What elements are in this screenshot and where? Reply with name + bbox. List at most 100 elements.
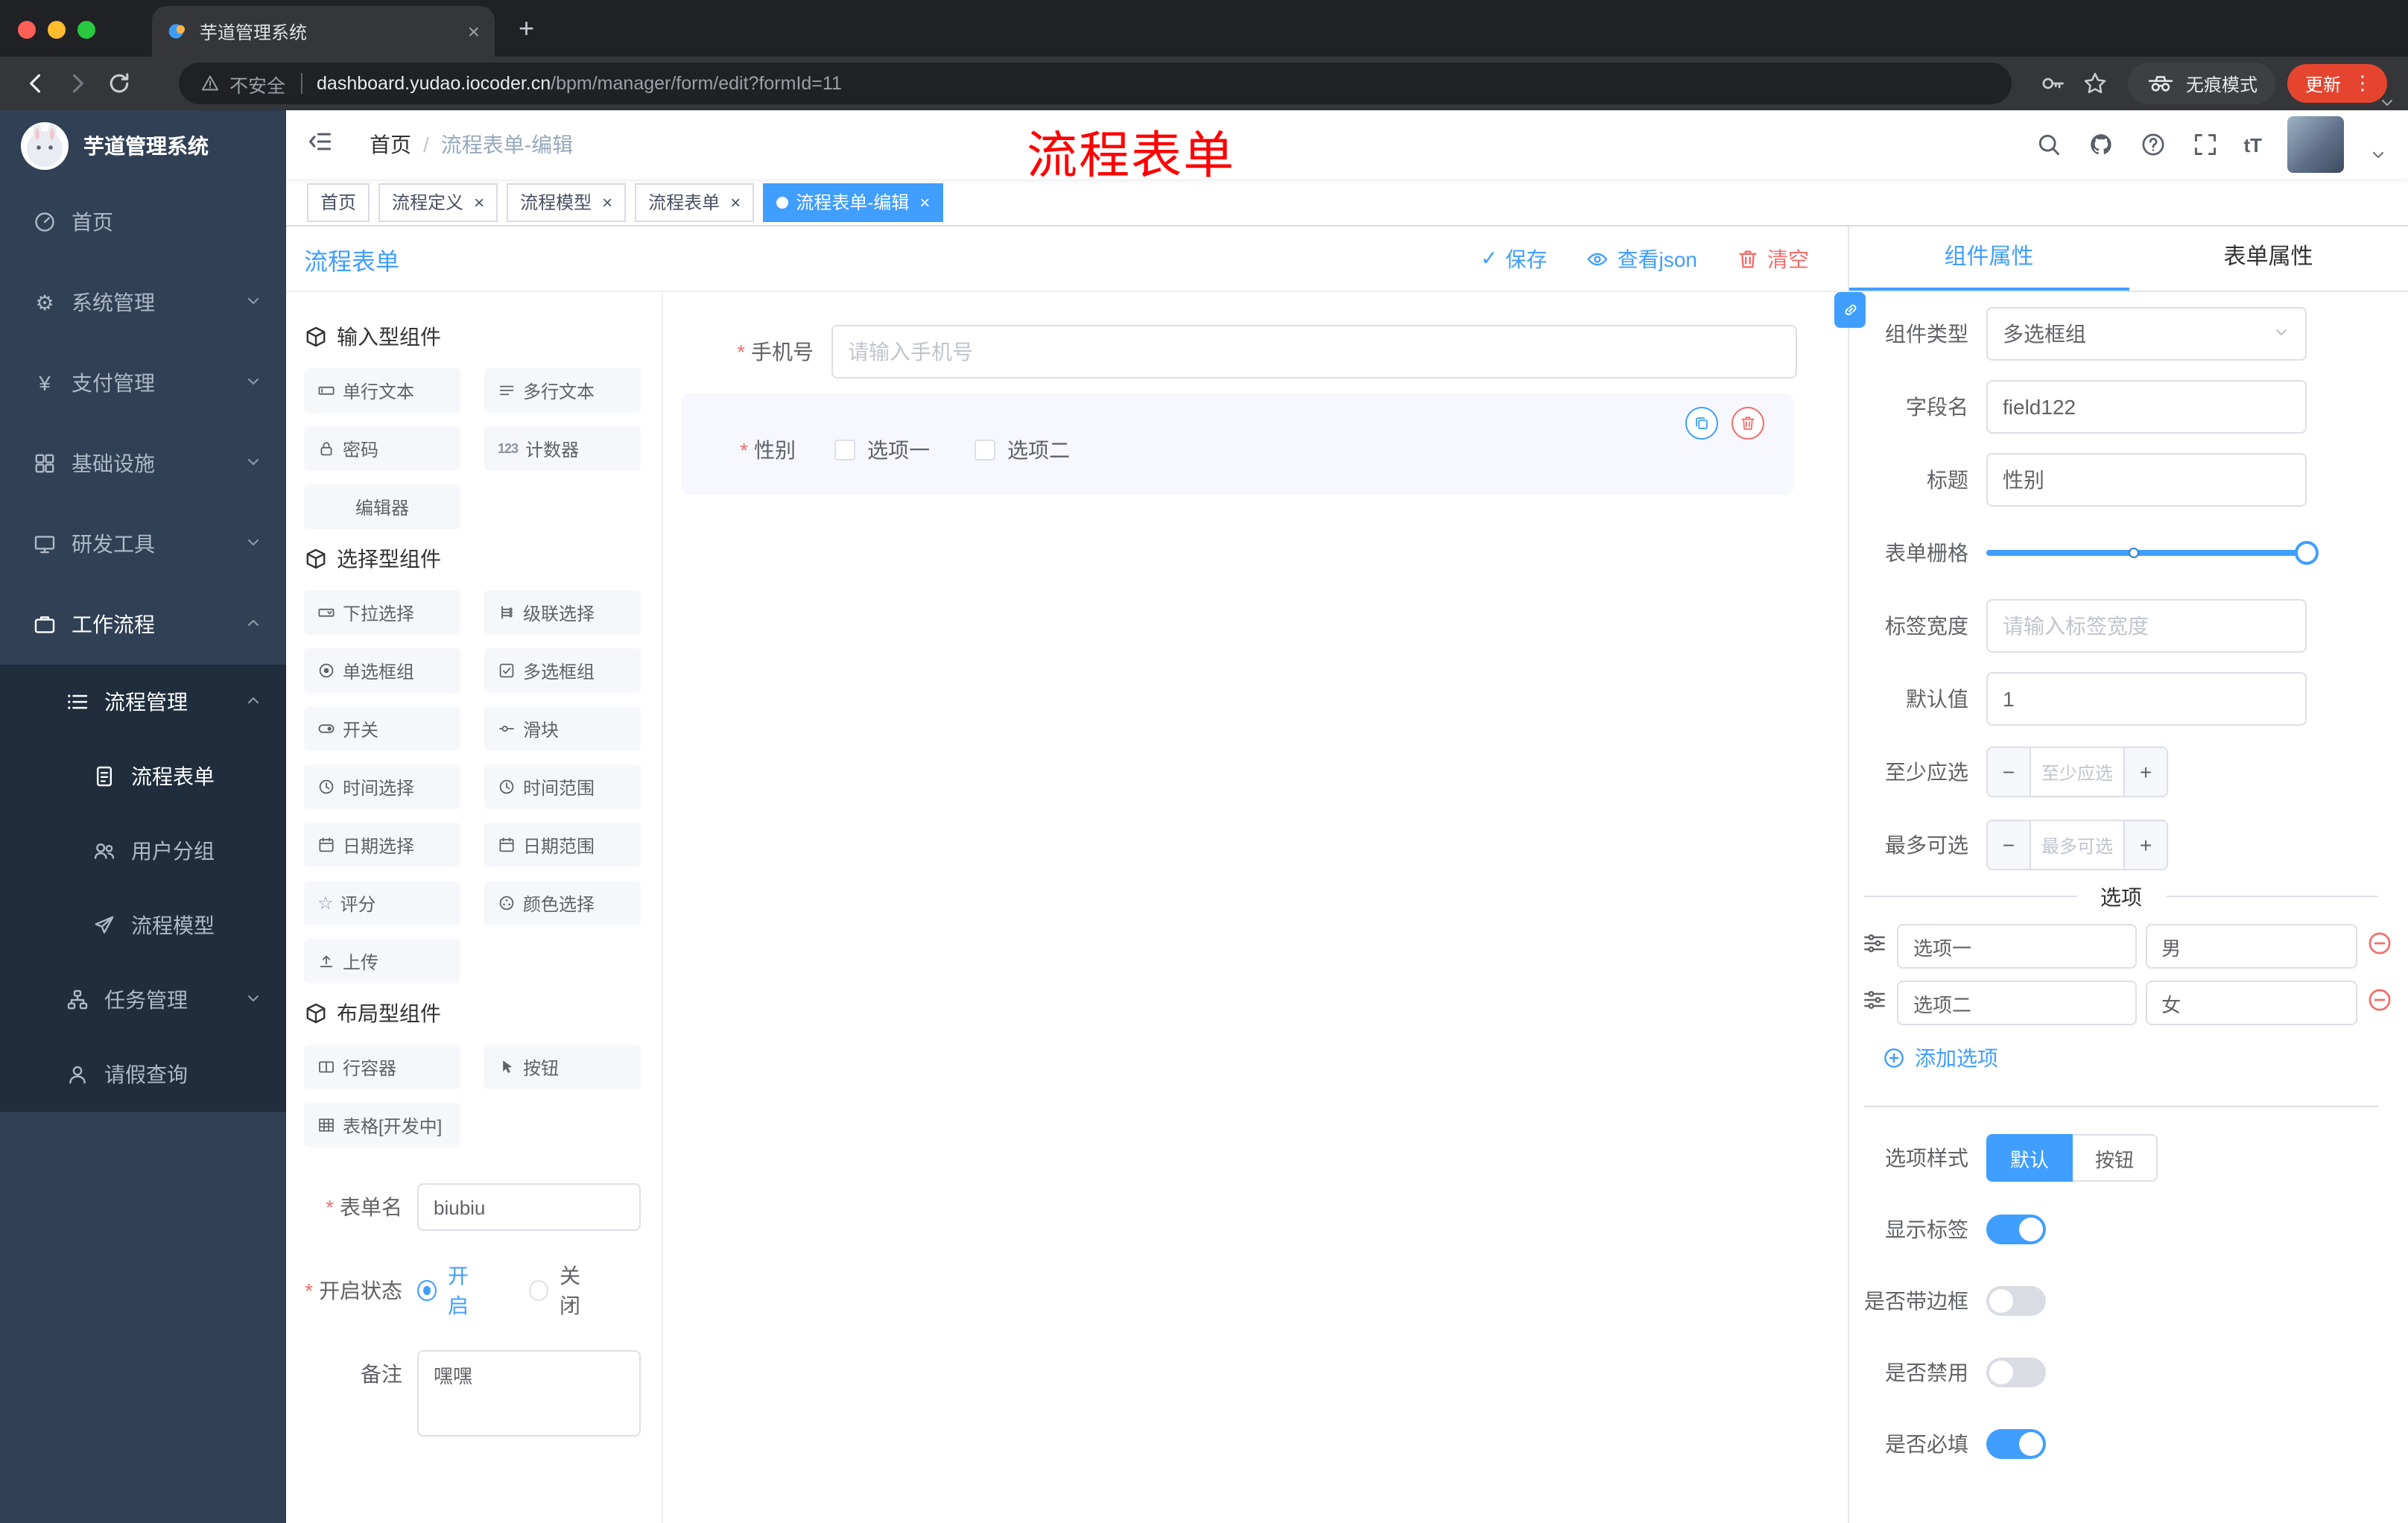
help-icon[interactable] xyxy=(2139,131,2166,158)
form-canvas[interactable]: 手机号 性别 xyxy=(663,292,1848,1523)
search-icon[interactable] xyxy=(2035,131,2062,158)
option-value-input[interactable] xyxy=(2145,924,2357,969)
close-window-button[interactable] xyxy=(18,21,36,39)
component-slider[interactable]: 滑块 xyxy=(484,706,641,751)
sidebar-item-process-mgmt[interactable]: 流程管理 xyxy=(0,665,286,739)
sidebar-logo[interactable]: 芋道管理系统 xyxy=(0,110,286,182)
disabled-switch[interactable] xyxy=(1986,1358,2046,1387)
tag-close-icon[interactable]: × xyxy=(919,191,930,212)
option-label-input[interactable] xyxy=(1897,924,2137,969)
component-time-picker[interactable]: 时间选择 xyxy=(304,764,460,809)
tag-close-icon[interactable]: × xyxy=(602,191,612,212)
avatar-caret-icon[interactable] xyxy=(2369,145,2387,171)
tab-close-icon[interactable]: × xyxy=(468,19,480,43)
remove-option-button[interactable] xyxy=(2366,986,2393,1020)
view-json-button[interactable]: 查看json xyxy=(1586,244,1697,273)
show-label-switch[interactable] xyxy=(1986,1215,2046,1244)
phone-input[interactable] xyxy=(831,325,1797,379)
tag-process-form-edit[interactable]: 流程表单-编辑 × xyxy=(763,183,944,221)
canvas-field-phone[interactable]: 手机号 xyxy=(690,325,1797,379)
sidebar-item-workflow[interactable]: 工作流程 xyxy=(0,584,286,665)
font-size-icon[interactable]: tT xyxy=(2243,133,2262,156)
delete-field-button[interactable] xyxy=(1731,407,1764,440)
default-value-input[interactable] xyxy=(1986,672,2307,726)
zoom-window-button[interactable] xyxy=(77,21,95,39)
drag-handle-icon[interactable] xyxy=(1861,986,1888,1020)
option-label-input[interactable] xyxy=(1897,981,2137,1025)
checkbox-option-1[interactable]: 选项一 xyxy=(834,435,930,465)
decrement-button[interactable]: − xyxy=(1988,821,2031,869)
component-date-picker[interactable]: 日期选择 xyxy=(304,823,460,867)
browser-menu-icon[interactable]: ⋮ xyxy=(2353,72,2372,95)
component-password[interactable]: 密码 xyxy=(304,426,460,471)
component-rate[interactable]: ☆ 评分 xyxy=(304,881,460,925)
reload-button[interactable] xyxy=(98,63,140,104)
component-date-range[interactable]: 日期范围 xyxy=(484,823,641,867)
increment-button[interactable]: + xyxy=(2123,821,2167,869)
option-value-input[interactable] xyxy=(2145,981,2357,1025)
user-avatar[interactable] xyxy=(2287,116,2344,173)
address-bar[interactable]: 不安全 dashboard.yudao.iocoder.cn/bpm/manag… xyxy=(179,63,2012,104)
sidebar-item-process-model[interactable]: 流程模型 xyxy=(0,888,286,963)
component-multi-line-text[interactable]: 多行文本 xyxy=(484,368,641,413)
browser-update-button[interactable]: 更新 ⋮ xyxy=(2287,64,2387,103)
tab-component-props[interactable]: 组件属性 xyxy=(1849,227,2129,291)
title-input[interactable] xyxy=(1986,453,2307,507)
bookmark-star-icon[interactable] xyxy=(2074,63,2116,104)
field-name-input[interactable] xyxy=(1986,380,2307,434)
toolbar-chevron-icon[interactable] xyxy=(2378,92,2396,119)
minimize-window-button[interactable] xyxy=(48,21,66,39)
component-single-line-text[interactable]: 单行文本 xyxy=(304,368,460,413)
duplicate-field-button[interactable] xyxy=(1685,407,1718,440)
sidebar-item-payment[interactable]: ¥ 支付管理 xyxy=(0,343,286,423)
save-button[interactable]: ✓ 保存 xyxy=(1480,244,1547,273)
sidebar-item-user-group[interactable]: 用户分组 xyxy=(0,814,286,888)
form-grid-slider[interactable] xyxy=(1986,526,2319,580)
sidebar-item-home[interactable]: 首页 xyxy=(0,182,286,262)
component-type-select[interactable]: 多选框组 xyxy=(1986,307,2307,361)
password-key-icon[interactable] xyxy=(2032,63,2074,104)
tag-process-model[interactable]: 流程模型 × xyxy=(507,183,627,221)
form-remark-textarea[interactable]: 嘿嘿 xyxy=(417,1350,641,1437)
browser-tab[interactable]: 芋道管理系统 × xyxy=(152,6,495,57)
sidebar-item-task-mgmt[interactable]: 任务管理 xyxy=(0,963,286,1037)
breadcrumb-home[interactable]: 首页 xyxy=(370,130,411,159)
back-button[interactable] xyxy=(15,63,57,104)
slider-handle[interactable] xyxy=(2295,541,2319,565)
component-switch[interactable]: 开关 xyxy=(304,706,460,751)
tag-process-form[interactable]: 流程表单 × xyxy=(635,183,755,221)
sidebar-collapse-icon[interactable] xyxy=(307,127,334,162)
style-button-button[interactable]: 按钮 xyxy=(2073,1134,2158,1182)
sidebar-item-devtools[interactable]: 研发工具 xyxy=(0,504,286,584)
link-tag-button[interactable] xyxy=(1834,292,1866,328)
border-switch[interactable] xyxy=(1986,1286,2046,1316)
increment-button[interactable]: + xyxy=(2123,748,2167,796)
tag-process-definition[interactable]: 流程定义 × xyxy=(378,183,498,221)
component-checkbox-group[interactable]: 多选框组 xyxy=(484,648,641,693)
remove-option-button[interactable] xyxy=(2366,929,2393,963)
tag-close-icon[interactable]: × xyxy=(730,191,741,212)
sidebar-item-leave-query[interactable]: 请假查询 xyxy=(0,1037,286,1112)
new-tab-button[interactable]: + xyxy=(519,13,534,45)
component-row-container[interactable]: 行容器 xyxy=(304,1045,460,1089)
canvas-field-gender-selected[interactable]: 性别 选项一 选项二 xyxy=(681,393,1794,495)
component-button[interactable]: 按钮 xyxy=(484,1045,641,1089)
tab-form-props[interactable]: 表单属性 xyxy=(2129,227,2408,291)
sidebar-item-process-form[interactable]: 流程表单 xyxy=(0,739,286,814)
github-icon[interactable] xyxy=(2087,131,2114,158)
status-radio-open[interactable]: 开启 xyxy=(417,1261,484,1320)
component-select[interactable]: 下拉选择 xyxy=(304,590,460,635)
add-option-button[interactable]: 添加选项 xyxy=(1849,1043,2408,1073)
clear-button[interactable]: 清空 xyxy=(1736,244,1809,273)
tag-close-icon[interactable]: × xyxy=(474,191,484,212)
checkbox-option-2[interactable]: 选项二 xyxy=(975,435,1070,465)
drag-handle-icon[interactable] xyxy=(1861,929,1888,963)
fullscreen-icon[interactable] xyxy=(2191,131,2218,158)
sidebar-item-infra[interactable]: 基础设施 xyxy=(0,423,286,504)
label-width-input[interactable] xyxy=(1986,599,2307,653)
window-controls[interactable] xyxy=(18,21,95,39)
status-radio-closed[interactable]: 关闭 xyxy=(529,1261,596,1320)
component-radio-group[interactable]: 单选框组 xyxy=(304,648,460,693)
forward-button[interactable] xyxy=(57,63,98,104)
form-name-input[interactable] xyxy=(417,1183,641,1231)
